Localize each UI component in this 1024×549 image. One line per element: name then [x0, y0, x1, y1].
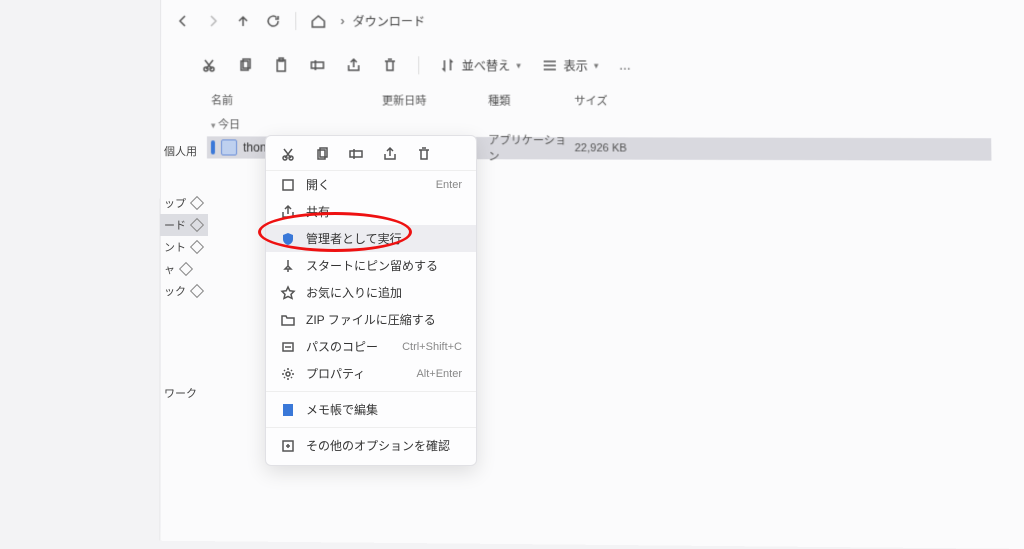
- context-menu-toolbar: [266, 142, 476, 171]
- pin-icon: [280, 258, 296, 274]
- shield-icon: [280, 231, 296, 247]
- divider: [418, 56, 419, 74]
- view-icon: [541, 57, 557, 73]
- separator: [266, 391, 476, 392]
- notepad-icon: [280, 402, 296, 418]
- shortcut: Enter: [436, 179, 462, 191]
- col-size[interactable]: サイズ: [574, 93, 655, 109]
- col-type[interactable]: 種類: [488, 93, 574, 109]
- pin-icon: [190, 196, 204, 210]
- refresh-icon[interactable]: [265, 13, 281, 29]
- menu-notepad[interactable]: メモ帳で編集: [266, 396, 476, 423]
- cut-icon[interactable]: [201, 57, 217, 73]
- menu-copy-path[interactable]: パスのコピー Ctrl+Shift+C: [266, 333, 476, 360]
- delete-icon[interactable]: [382, 57, 398, 73]
- shortcut: Ctrl+Shift+C: [402, 341, 462, 353]
- view-label: 表示: [563, 57, 587, 74]
- rename-icon[interactable]: [348, 146, 364, 162]
- pin-icon: [179, 262, 193, 276]
- sidebar-item[interactable]: ック: [160, 280, 208, 302]
- column-headers: 名前 更新日時 種類 サイズ: [161, 88, 1024, 114]
- delete-icon[interactable]: [416, 146, 432, 162]
- col-name[interactable]: 名前: [211, 92, 382, 108]
- menu-share[interactable]: 共有: [266, 198, 476, 225]
- breadcrumb-current[interactable]: ダウンロード: [353, 13, 426, 30]
- sort-label: 並べ替え: [462, 57, 511, 74]
- copy-path-icon: [280, 339, 296, 355]
- sidebar-item[interactable]: ード: [160, 214, 208, 236]
- file-type: アプリケーション: [488, 132, 574, 165]
- back-icon[interactable]: [175, 13, 191, 29]
- selection-badge: [211, 140, 215, 154]
- menu-pin-start[interactable]: スタートにピン留めする: [266, 252, 476, 279]
- open-icon: [280, 177, 296, 193]
- star-icon: [280, 285, 296, 301]
- sidebar-item[interactable]: ワーク: [160, 382, 208, 404]
- rename-icon[interactable]: [309, 57, 325, 73]
- sidebar-item[interactable]: 個人用: [160, 140, 208, 162]
- sidebar-item[interactable]: ント: [160, 236, 208, 258]
- share-icon: [280, 204, 296, 220]
- app-file-icon: [221, 139, 237, 155]
- pin-icon: [190, 218, 204, 232]
- sidebar-item[interactable]: ップ: [160, 192, 208, 214]
- pin-icon: [190, 284, 204, 298]
- share-icon[interactable]: [382, 146, 398, 162]
- share-icon[interactable]: [346, 57, 362, 73]
- sort-icon: [439, 57, 455, 73]
- up-icon[interactable]: [235, 13, 251, 29]
- copy-icon[interactable]: [237, 57, 253, 73]
- folder-icon: [280, 312, 296, 328]
- separator: [266, 427, 476, 428]
- cut-icon[interactable]: [280, 146, 296, 162]
- properties-icon: [280, 366, 296, 382]
- menu-favorite[interactable]: お気に入りに追加: [266, 279, 476, 306]
- context-menu: 開く Enter 共有 管理者として実行 スタートにピン留めする お気に入りに追…: [265, 135, 477, 466]
- copy-icon[interactable]: [314, 146, 330, 162]
- menu-more-options[interactable]: その他のオプションを確認: [266, 432, 476, 459]
- nav-bar: › ダウンロード: [161, 0, 1024, 43]
- forward-icon[interactable]: [205, 13, 221, 29]
- chevron-down-icon: ▾: [594, 60, 599, 71]
- divider: [295, 12, 296, 30]
- pin-icon: [190, 240, 204, 254]
- more-icon: [280, 438, 296, 454]
- menu-zip[interactable]: ZIP ファイルに圧縮する: [266, 306, 476, 333]
- home-icon[interactable]: [310, 13, 326, 29]
- sidebar-item[interactable]: ャ: [160, 258, 208, 280]
- col-date[interactable]: 更新日時: [382, 92, 488, 108]
- menu-run-as-admin[interactable]: 管理者として実行: [266, 225, 476, 252]
- paste-icon[interactable]: [273, 57, 289, 73]
- menu-properties[interactable]: プロパティ Alt+Enter: [266, 360, 476, 387]
- sort-button[interactable]: 並べ替え ▾: [439, 57, 521, 74]
- more-button[interactable]: …: [619, 58, 631, 72]
- shortcut: Alt+Enter: [416, 368, 462, 380]
- breadcrumb-sep: ›: [340, 14, 344, 28]
- menu-open[interactable]: 開く Enter: [266, 171, 476, 198]
- file-size: 22,926 KB: [575, 142, 657, 154]
- view-button[interactable]: 表示 ▾: [541, 57, 598, 74]
- breadcrumb[interactable]: › ダウンロード: [340, 13, 425, 30]
- toolbar: 並べ替え ▾ 表示 ▾ …: [161, 42, 1024, 89]
- chevron-down-icon: ▾: [516, 60, 521, 71]
